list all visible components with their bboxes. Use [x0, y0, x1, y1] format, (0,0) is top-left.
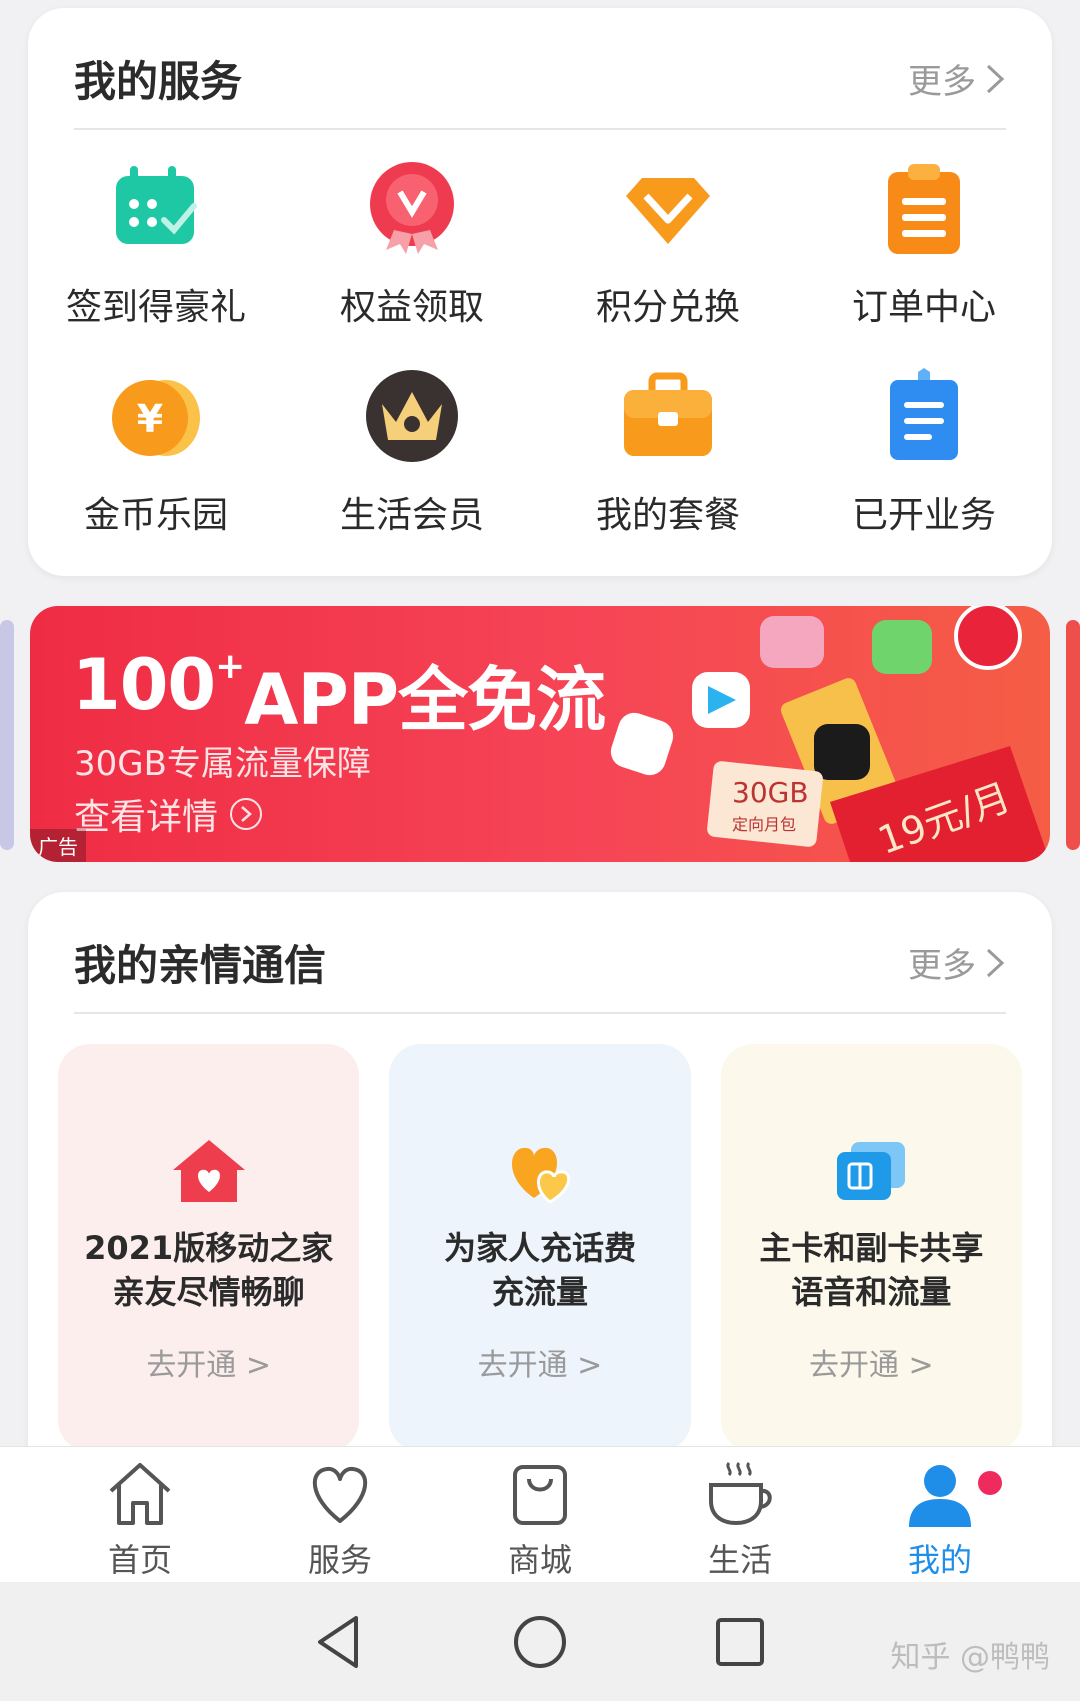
service-label: 权益领取 — [339, 287, 484, 328]
services-title: 我的服务 — [74, 57, 243, 106]
tab-label: 首页 — [107, 1541, 172, 1579]
service-label: 积分兑换 — [595, 287, 740, 328]
netease-music-icon — [954, 606, 1022, 670]
document-icon — [890, 368, 958, 460]
diamond-icon — [626, 178, 710, 244]
service-item-rights[interactable]: 权益领取 — [284, 158, 540, 330]
home-heart-icon — [172, 1140, 245, 1202]
family-more-label: 更多 — [908, 946, 976, 986]
tab-mall[interactable]: 商城 — [470, 1457, 610, 1581]
service-label: 我的套餐 — [595, 495, 740, 536]
my-services-card: 我的服务 更多 签到得豪礼 权益领取 积分兑换 订单中心 ¥ 金币乐园 生活会员… — [28, 8, 1052, 576]
sim-cards-icon — [837, 1142, 906, 1200]
heart-icon — [312, 1466, 368, 1523]
carousel-peek-right — [1066, 620, 1080, 850]
home-circle-icon[interactable] — [510, 1612, 570, 1672]
tab-life[interactable]: 生活 — [670, 1457, 810, 1581]
chevron-right-icon — [986, 64, 1005, 93]
notification-dot — [978, 1471, 1002, 1495]
banner-detail-link[interactable]: 查看详情 — [74, 788, 263, 840]
crown-icon — [366, 370, 458, 462]
promo-banner[interactable]: 100 + APP全免流 30GB专属流量保障 查看详情 广告 30GB 定向月包 … — [30, 606, 1050, 862]
bilibili-app-icon — [760, 616, 824, 668]
services-more-link[interactable]: 更多 — [908, 54, 1006, 103]
carousel-peek-left — [0, 620, 14, 850]
service-item-points[interactable]: 积分兑换 — [540, 158, 796, 330]
tab-home[interactable]: 首页 — [70, 1457, 210, 1581]
iqiyi-app-icon — [872, 620, 932, 674]
ad-badge: 广告 — [30, 829, 86, 862]
activate-link[interactable]: 去开通 > — [478, 1340, 603, 1384]
family-communication-card: 我的亲情通信 更多 2021版移动之家 亲友尽情畅聊 去开通 > 为家人充话费 — [28, 892, 1052, 1452]
feature-text: 主卡和副卡共享 语音和流量 — [759, 1229, 984, 1311]
service-label: 签到得豪礼 — [65, 287, 246, 328]
service-label: 订单中心 — [851, 287, 996, 328]
service-item-life-member[interactable]: 生活会员 — [284, 366, 540, 538]
coffee-cup-icon — [709, 1461, 772, 1526]
services-grid: 签到得豪礼 权益领取 积分兑换 订单中心 ¥ 金币乐园 生活会员 我的套餐 已开… — [28, 158, 1052, 538]
recents-square-icon[interactable] — [710, 1612, 770, 1672]
tab-label: 生活 — [707, 1541, 772, 1579]
feature-card-shared-sim[interactable]: 主卡和副卡共享 语音和流量 去开通 > — [720, 1044, 1022, 1452]
hearts-icon — [511, 1147, 570, 1204]
rights-badge-icon — [370, 162, 454, 254]
tab-label: 我的 — [907, 1541, 972, 1579]
youku-app-icon — [610, 712, 674, 776]
coin-icon: ¥ — [112, 380, 200, 456]
bottom-tab-bar: 首页 服务 商城 生活 我的 — [0, 1446, 1080, 1582]
back-triangle-icon[interactable] — [310, 1612, 370, 1672]
watermark: 知乎 @鸭鸭 — [890, 1640, 1050, 1675]
service-label: 生活会员 — [339, 495, 484, 536]
family-features: 2021版移动之家 亲友尽情畅聊 去开通 > 为家人充话费 充流量 去开通 > — [58, 1044, 1022, 1452]
tab-label: 服务 — [307, 1541, 372, 1579]
tab-service[interactable]: 服务 — [270, 1457, 410, 1581]
banner-subtitle: 30GB专属流量保障 — [74, 744, 371, 784]
family-header: 我的亲情通信 更多 — [74, 892, 1006, 1014]
tab-mine[interactable]: 我的 — [870, 1457, 1010, 1581]
feature-card-home[interactable]: 2021版移动之家 亲友尽情畅聊 去开通 > — [58, 1044, 360, 1452]
chevron-right-circle-icon — [230, 798, 263, 830]
user-icon — [909, 1465, 971, 1527]
pack-size-label: 30GB — [732, 776, 809, 809]
svg-text:¥: ¥ — [137, 397, 163, 441]
service-item-my-plan[interactable]: 我的套餐 — [540, 366, 796, 538]
activate-link[interactable]: 去开通 > — [146, 1340, 271, 1384]
shopping-bag-icon — [513, 1465, 567, 1525]
services-header: 我的服务 更多 — [74, 8, 1006, 130]
feature-text: 2021版移动之家 亲友尽情畅聊 — [84, 1229, 334, 1311]
service-item-opened-services[interactable]: 已开业务 — [796, 366, 1052, 538]
family-more-link[interactable]: 更多 — [908, 938, 1006, 987]
tab-label: 商城 — [507, 1541, 572, 1579]
pack-type-label: 定向月包 — [732, 815, 796, 834]
feature-card-recharge[interactable]: 为家人充话费 充流量 去开通 > — [389, 1044, 691, 1452]
calendar-check-icon — [116, 166, 197, 244]
service-item-checkin[interactable]: 签到得豪礼 — [28, 158, 284, 330]
services-more-label: 更多 — [908, 62, 976, 102]
activate-link[interactable]: 去开通 > — [809, 1340, 934, 1384]
banner-illustration: 30GB 定向月包 19元/月 — [610, 606, 1050, 862]
briefcase-icon — [624, 372, 712, 456]
clipboard-icon — [888, 164, 960, 254]
feature-text: 为家人充话费 充流量 — [443, 1229, 636, 1311]
tiktok-app-icon — [814, 724, 870, 780]
family-title: 我的亲情通信 — [74, 941, 327, 990]
service-label: 金币乐园 — [83, 495, 228, 536]
home-icon — [109, 1463, 171, 1525]
chevron-right-icon — [986, 948, 1005, 977]
banner-title: 100 + APP全免流 — [72, 644, 606, 741]
service-item-orders[interactable]: 订单中心 — [796, 158, 1052, 330]
service-item-coins[interactable]: ¥ 金币乐园 — [28, 366, 284, 538]
service-label: 已开业务 — [851, 495, 996, 536]
